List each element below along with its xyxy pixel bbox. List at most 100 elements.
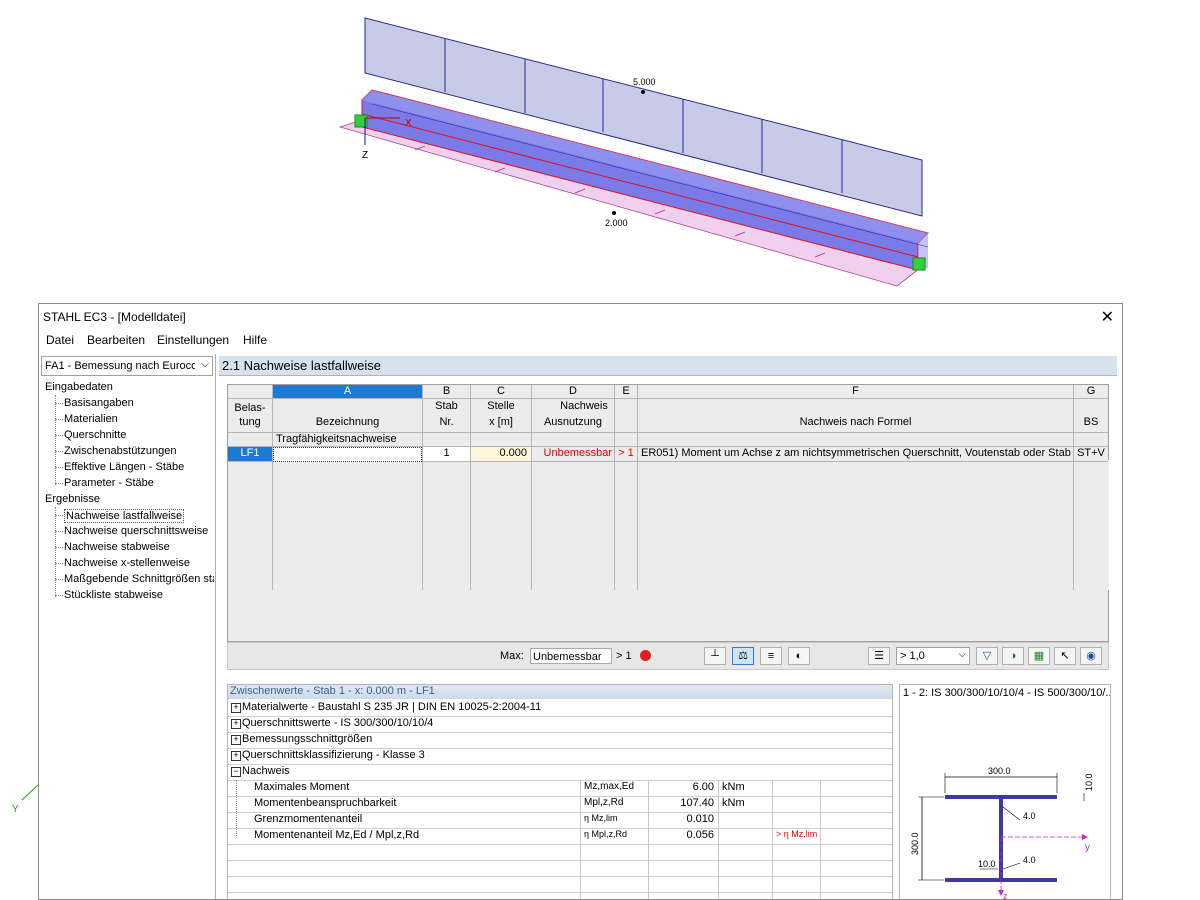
col-letter-g[interactable]: G [1074, 385, 1108, 398]
header-stelle-x: x [m] [471, 416, 531, 428]
filter-select[interactable]: > 1,0 ⌵ [896, 647, 970, 665]
cross-section-panel: 1 - 2: IS 300/300/10/10/4 - IS 500/300/1… [899, 684, 1111, 900]
group-nachweis[interactable]: − Nachweis [228, 764, 892, 781]
chevron-down-icon[interactable]: ⌵ [201, 359, 209, 370]
row-location[interactable]: 0.000 [471, 447, 531, 461]
section-view-icon[interactable]: ⚖ [732, 647, 754, 665]
row-utilization[interactable]: Unbemessbar [532, 447, 614, 461]
row-formula[interactable]: ER051) Moment um Achse z am nichtsymmetr… [641, 447, 1071, 459]
menu-bar: Datei Bearbeiten Einstellungen Hilfe [39, 330, 1122, 350]
tree-item-massgebende-schnittgroessen[interactable]: Maßgebende Schnittgrößen sta [64, 573, 214, 585]
header-stab: Stab [423, 400, 470, 412]
row-value: 0.010 [686, 813, 714, 825]
render-view-icon[interactable]: ◐ [788, 647, 810, 665]
tree-item-materialien[interactable]: Materialien [64, 413, 118, 425]
error-icon [640, 650, 651, 661]
close-icon[interactable]: ✕ [1101, 307, 1114, 327]
table-row: Grenzmomentenanteil η Mz,lim 0.010 [228, 812, 892, 829]
col-letter-a[interactable]: A [273, 385, 422, 398]
table-row: Momentenanteil Mz,Ed / Mpl,z,Rd η Mpl,z,… [228, 828, 892, 845]
col-letter-e[interactable]: E [615, 385, 637, 398]
table-row: Momentenbeanspruchbarkeit Mpl,z,Rd 107.4… [228, 796, 892, 813]
col-letter-b[interactable]: B [423, 385, 470, 398]
case-selector-value: FA1 - Bemessung nach Eurocod [45, 360, 195, 372]
member-view-icon[interactable]: ≡ [760, 647, 782, 665]
tree-item-effektive-laengen[interactable]: Effektive Längen - Stäbe [64, 461, 184, 473]
intermediate-values-panel: Zwischenwerte - Stab 1 - x: 0.000 m - LF… [227, 684, 893, 899]
collapse-icon[interactable]: − [231, 767, 241, 777]
view-axis-triad: Y [12, 784, 39, 815]
filter-select-value: > 1,0 [900, 650, 925, 662]
header-stelle: Stelle [471, 400, 531, 412]
dim-height-label: 300.0 [910, 832, 920, 855]
pointer-icon[interactable]: ↖ [1054, 647, 1076, 665]
header-nachweis: Nachweis [532, 400, 636, 412]
color-scale-icon[interactable]: ◑ [1002, 647, 1024, 665]
load-label: 5.000 [633, 77, 656, 87]
intermediate-title: Zwischenwerte - Stab 1 - x: 0.000 m - LF… [230, 685, 435, 697]
group-materialwerte[interactable]: + Materialwerte - Baustahl S 235 JR | DI… [228, 700, 892, 717]
group-bemessungsschnittgroessen[interactable]: + Bemessungsschnittgrößen [228, 732, 892, 749]
member-label: 2.000 [605, 218, 628, 228]
menu-hilfe[interactable]: Hilfe [243, 333, 267, 347]
row-name-field[interactable] [273, 447, 422, 462]
tree-item-zwischenabstuetzungen[interactable]: Zwischenabstützungen [64, 445, 177, 457]
col-letter-c[interactable]: C [471, 385, 531, 398]
expand-icon[interactable]: + [231, 703, 241, 713]
window-title: STAHL EC3 - [Modelldatei] [43, 310, 186, 324]
tree-item-basisangaben[interactable]: Basisangaben [64, 397, 134, 409]
tree-item-parameter[interactable]: Parameter - Stäbe [64, 477, 154, 489]
group-querschnittswerte[interactable]: + Querschnittswerte - IS 300/300/10/10/4 [228, 716, 892, 733]
menu-bearbeiten[interactable]: Bearbeiten [87, 333, 145, 347]
expand-icon[interactable]: + [231, 735, 241, 745]
row-symbol: Mpl,z,Rd [584, 797, 624, 808]
eye-icon[interactable]: ◉ [1080, 647, 1102, 665]
col-letter-d[interactable]: D [532, 385, 614, 398]
header-stab-nr: Nr. [423, 416, 470, 428]
table-row: Maximales Moment Mz,max,Ed 6.00 kNm [228, 780, 892, 797]
row-load[interactable]: LF1 [228, 447, 272, 461]
tree-item-querschnitte[interactable]: Querschnitte [64, 429, 126, 441]
tree-item-nachweise-stabweise[interactable]: Nachweise stabweise [64, 541, 170, 553]
axis-x-label: X [405, 118, 412, 129]
col-letter-f[interactable]: F [638, 385, 1073, 398]
row-value: 0.056 [686, 829, 714, 841]
row-bs[interactable]: ST+V [1074, 447, 1108, 459]
tree-item-stueckliste[interactable]: Stückliste stabweise [64, 589, 163, 601]
excel-export-icon[interactable]: ▦ [1028, 647, 1050, 665]
section-axis-z: z [1003, 891, 1008, 900]
axis-z-label: Z [362, 150, 368, 161]
header-bezeichnung: Bezeichnung [273, 416, 422, 428]
case-selector[interactable]: FA1 - Bemessung nach Eurocod ⌵ [41, 356, 213, 376]
header-belastung: Belas- tung [228, 401, 272, 429]
relation-icon[interactable]: ☰ [868, 647, 890, 665]
header-bs: BS [1074, 416, 1108, 428]
row-unit: kNm [722, 781, 745, 793]
row-symbol: η Mpl,z,Rd [584, 829, 628, 839]
row-member[interactable]: 1 [423, 447, 470, 461]
menu-einstellungen[interactable]: Einstellungen [157, 333, 229, 347]
expand-icon[interactable]: + [231, 719, 241, 729]
tree-item-nachweise-lastfallweise[interactable]: Nachweise lastfallweise [64, 509, 185, 523]
chevron-down-icon: ⌵ [958, 649, 966, 660]
section-header: 2.1 Nachweise lastfallweise [219, 356, 1117, 376]
tree-group-results[interactable]: Ergebnisse [45, 493, 100, 505]
row-unit: kNm [722, 797, 745, 809]
header-ausnutzung: Ausnutzung [532, 416, 614, 428]
tree-item-nachweise-querschnittsweise[interactable]: Nachweise querschnittsweise [64, 525, 208, 537]
menu-datei[interactable]: Datei [46, 333, 74, 347]
group-label: Querschnittsklassifizierung - Klasse 3 [242, 749, 425, 761]
tree-item-nachweise-x-stellenweise[interactable]: Nachweise x-stellenweise [64, 557, 190, 569]
cross-section-drawing: 300.0 10.0 4.0 300.0 10.0 4.0 y z [910, 766, 1094, 900]
header-formel: Nachweis nach Formel [638, 416, 1073, 428]
expand-icon[interactable]: + [231, 751, 241, 761]
group-label: Nachweis [242, 765, 290, 777]
tree-group-input[interactable]: Eingabedaten [45, 381, 113, 393]
row-flag: > 1 [618, 447, 634, 459]
max-label: Max: [500, 650, 524, 662]
group-row-label: Tragfähigkeitsnachweise [276, 433, 397, 445]
filter-icon[interactable]: ▽ [976, 647, 998, 665]
max-flag: > 1 [616, 650, 632, 662]
group-querschnittsklassifizierung[interactable]: + Querschnittsklassifizierung - Klasse 3 [228, 748, 892, 765]
support-view-icon[interactable]: ┴ [704, 647, 726, 665]
